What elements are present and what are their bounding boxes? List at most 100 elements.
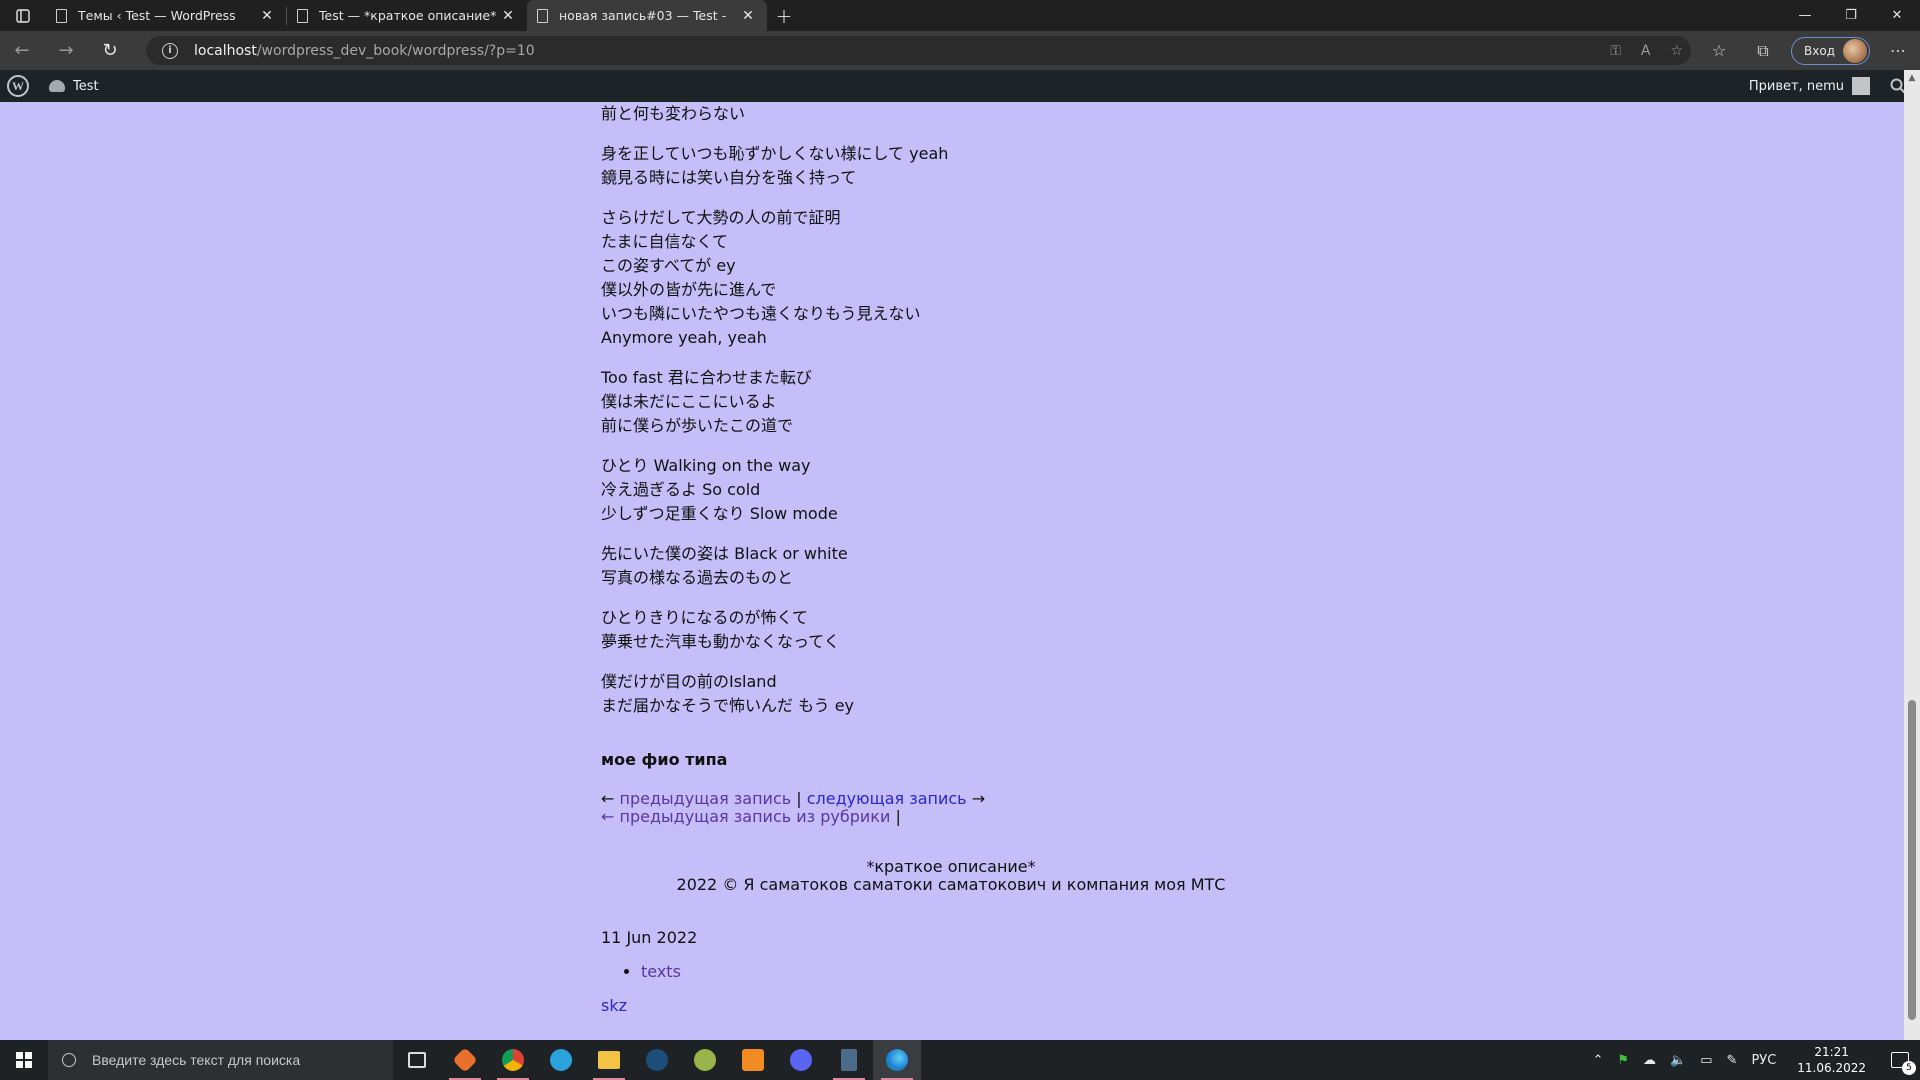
lyrics: 前と何も変わらない身を正していつも恥ずかしくない様にして yeah 鏡見る時には笑… <box>601 102 1321 718</box>
lyric-line: 身を正していつも恥ずかしくない様にして yeah <box>601 144 949 163</box>
tab-actions-button[interactable] <box>0 0 46 31</box>
taskbar-app-explorer[interactable] <box>585 1040 633 1080</box>
pen-icon[interactable]: ✎ <box>1727 1053 1738 1068</box>
lyric-line: まだ届かなそうで怖いんだ もう ey <box>601 696 855 715</box>
lyric-line: 僕は未だにここにいるよ <box>601 392 777 411</box>
admin-account: Привет, nemu <box>1749 70 1906 102</box>
key-icon[interactable]: ⚿ <box>1610 43 1621 59</box>
profile-login-button[interactable]: Вход <box>1791 36 1870 65</box>
category-nav-row: ← предыдущая запись из рубрики | <box>601 808 1321 826</box>
read-aloud-icon[interactable]: A <box>1641 43 1651 59</box>
reload-button[interactable]: ↻ <box>88 31 132 70</box>
address-bar-actions: ⚿ A ☆ <box>1610 36 1683 65</box>
taskbar-app-telegram[interactable] <box>537 1040 585 1080</box>
site-description: *краткое описание* <box>866 857 1036 876</box>
clock-time: 21:21 <box>1814 1045 1849 1059</box>
adjacent-posts-row: ← предыдущая запись | следующая запись → <box>601 790 1321 808</box>
previous-in-category-link[interactable]: ← предыдущая запись из рубрики <box>601 807 890 826</box>
close-window-icon[interactable]: ✕ <box>1874 0 1920 31</box>
url-path: /wordpress_dev_book/wordpress/?p=10 <box>256 42 535 59</box>
browser-tab-2[interactable]: Test — *краткое описание* - ✕ <box>287 0 527 31</box>
lyric-line: Too fast 君に合わせまた転び <box>601 368 812 387</box>
page-icon <box>297 8 308 23</box>
forward-button[interactable]: → <box>44 31 88 70</box>
address-bar[interactable]: i localhost/wordpress_dev_book/wordpress… <box>146 36 1691 65</box>
wordpress-logo-icon[interactable]: W <box>7 75 29 97</box>
cloud-icon[interactable]: ☁ <box>1643 1053 1656 1068</box>
tag-link[interactable]: skz <box>601 996 627 1015</box>
lyric-line: 夢乗せた汽車も動かなくなってく <box>601 632 840 651</box>
collections-icon[interactable]: ⧉ <box>1741 41 1785 61</box>
tab-close-icon[interactable]: ✕ <box>499 8 517 24</box>
back-button[interactable]: ← <box>0 31 44 70</box>
lyric-line: 写真の様なる過去のものと <box>601 568 794 587</box>
post-date: 11 Jun 2022 <box>601 928 698 947</box>
taskbar-app-discord[interactable] <box>777 1040 825 1080</box>
admin-greeting[interactable]: Привет, nemu <box>1749 79 1844 94</box>
taskbar-search[interactable]: Введите здесь текст для поиска <box>48 1040 393 1080</box>
telegram-icon <box>550 1049 572 1071</box>
volume-icon[interactable]: 🔈 <box>1670 1053 1686 1068</box>
login-label: Вход <box>1804 43 1835 58</box>
discord-icon <box>790 1049 812 1071</box>
browser-tab-3[interactable]: новая запись#03 — Test - ✕ <box>527 0 767 31</box>
lyric-line: 前と何も変わらない <box>601 104 746 123</box>
category-list: texts <box>641 960 1321 984</box>
notifications-button[interactable]: 5 <box>1880 1040 1920 1080</box>
taskbar-app-git[interactable] <box>441 1040 489 1080</box>
lyric-stanza: ひとりきりになるのが怖くて 夢乗せた汽車も動かなくなってく <box>601 606 1321 654</box>
browser-tab-1[interactable]: Темы ‹ Test — WordPress ✕ <box>46 0 286 31</box>
taskbar-search-placeholder: Введите здесь текст для поиска <box>92 1052 301 1068</box>
taskbar-app-calculator[interactable] <box>825 1040 873 1080</box>
avatar[interactable] <box>1852 77 1870 95</box>
tab-close-icon[interactable]: ✕ <box>258 8 276 24</box>
steam-icon <box>646 1049 668 1071</box>
taskbar-app-chrome[interactable] <box>489 1040 537 1080</box>
taskbar-app-steam[interactable] <box>633 1040 681 1080</box>
chrome-icon <box>502 1049 524 1071</box>
flag-icon[interactable]: ⚑ <box>1617 1053 1629 1068</box>
network-icon[interactable]: ▭ <box>1700 1053 1712 1068</box>
new-tab-button[interactable]: + <box>767 0 801 31</box>
tab-title: новая запись#03 — Test - <box>559 8 727 23</box>
chevron-up-icon[interactable]: ⌃ <box>1592 1053 1603 1068</box>
page-viewport: 前と何も変わらない身を正していつも恥ずかしくない様にして yeah 鏡見る時には笑… <box>0 102 1904 1040</box>
copyright: 2022 © Я саматоков саматоки саматокович … <box>676 875 1226 894</box>
task-view-button[interactable] <box>393 1040 441 1080</box>
category-link[interactable]: texts <box>641 962 681 981</box>
previous-post-link[interactable]: предыдущая запись <box>620 789 792 808</box>
minimize-icon[interactable]: — <box>1782 0 1828 31</box>
more-menu-icon[interactable]: ⋯ <box>1876 41 1920 60</box>
restore-icon[interactable]: ❐ <box>1828 0 1874 31</box>
nav-separator: | <box>895 807 901 826</box>
post-navigation: ← предыдущая запись | следующая запись →… <box>601 790 1321 826</box>
favorites-icon[interactable]: ☆ <box>1697 41 1741 60</box>
page-scrollbar[interactable]: ▲ <box>1904 70 1920 1040</box>
next-post-link[interactable]: следующая запись <box>807 789 967 808</box>
scrollbar-thumb[interactable] <box>1908 700 1916 1020</box>
dashboard-icon <box>49 80 65 92</box>
scroll-up-icon[interactable]: ▲ <box>1904 70 1920 86</box>
taskbar-app-sublime[interactable] <box>729 1040 777 1080</box>
list-item: texts <box>641 960 1321 984</box>
lyric-line: 先にいた僕の姿は Black or white <box>601 544 848 563</box>
site-footer: *краткое описание* 2022 © Я саматоков са… <box>601 858 1301 894</box>
site-info-icon[interactable]: i <box>162 42 178 59</box>
system-tray: ⌃ ⚑ ☁ 🔈 ▭ ✎ РУС 21:21 11.06.2022 5 <box>1585 1040 1920 1080</box>
tab-close-icon[interactable]: ✕ <box>739 8 757 24</box>
lyric-line: 僕以外の皆が先に進んで <box>601 280 777 299</box>
taskbar-app-osu[interactable] <box>681 1040 729 1080</box>
post-signature: мое фио типа <box>601 750 728 769</box>
windows-logo-icon <box>16 1052 32 1068</box>
taskbar-app-edge[interactable] <box>873 1040 921 1080</box>
clock[interactable]: 21:21 11.06.2022 <box>1797 1044 1866 1076</box>
tab-title: Темы ‹ Test — WordPress <box>78 8 236 23</box>
sublime-icon <box>742 1049 764 1071</box>
admin-site-name[interactable]: Test <box>73 79 99 94</box>
lyric-line: 少しずつ足重くなり Slow mode <box>601 504 838 523</box>
page-icon <box>537 8 548 23</box>
add-favorite-icon[interactable]: ☆ <box>1670 43 1683 59</box>
start-button[interactable] <box>0 1040 48 1080</box>
language-indicator[interactable]: РУС <box>1751 1053 1776 1068</box>
lyric-line: 鏡見る時には笑い自分を強く持って <box>601 168 857 187</box>
